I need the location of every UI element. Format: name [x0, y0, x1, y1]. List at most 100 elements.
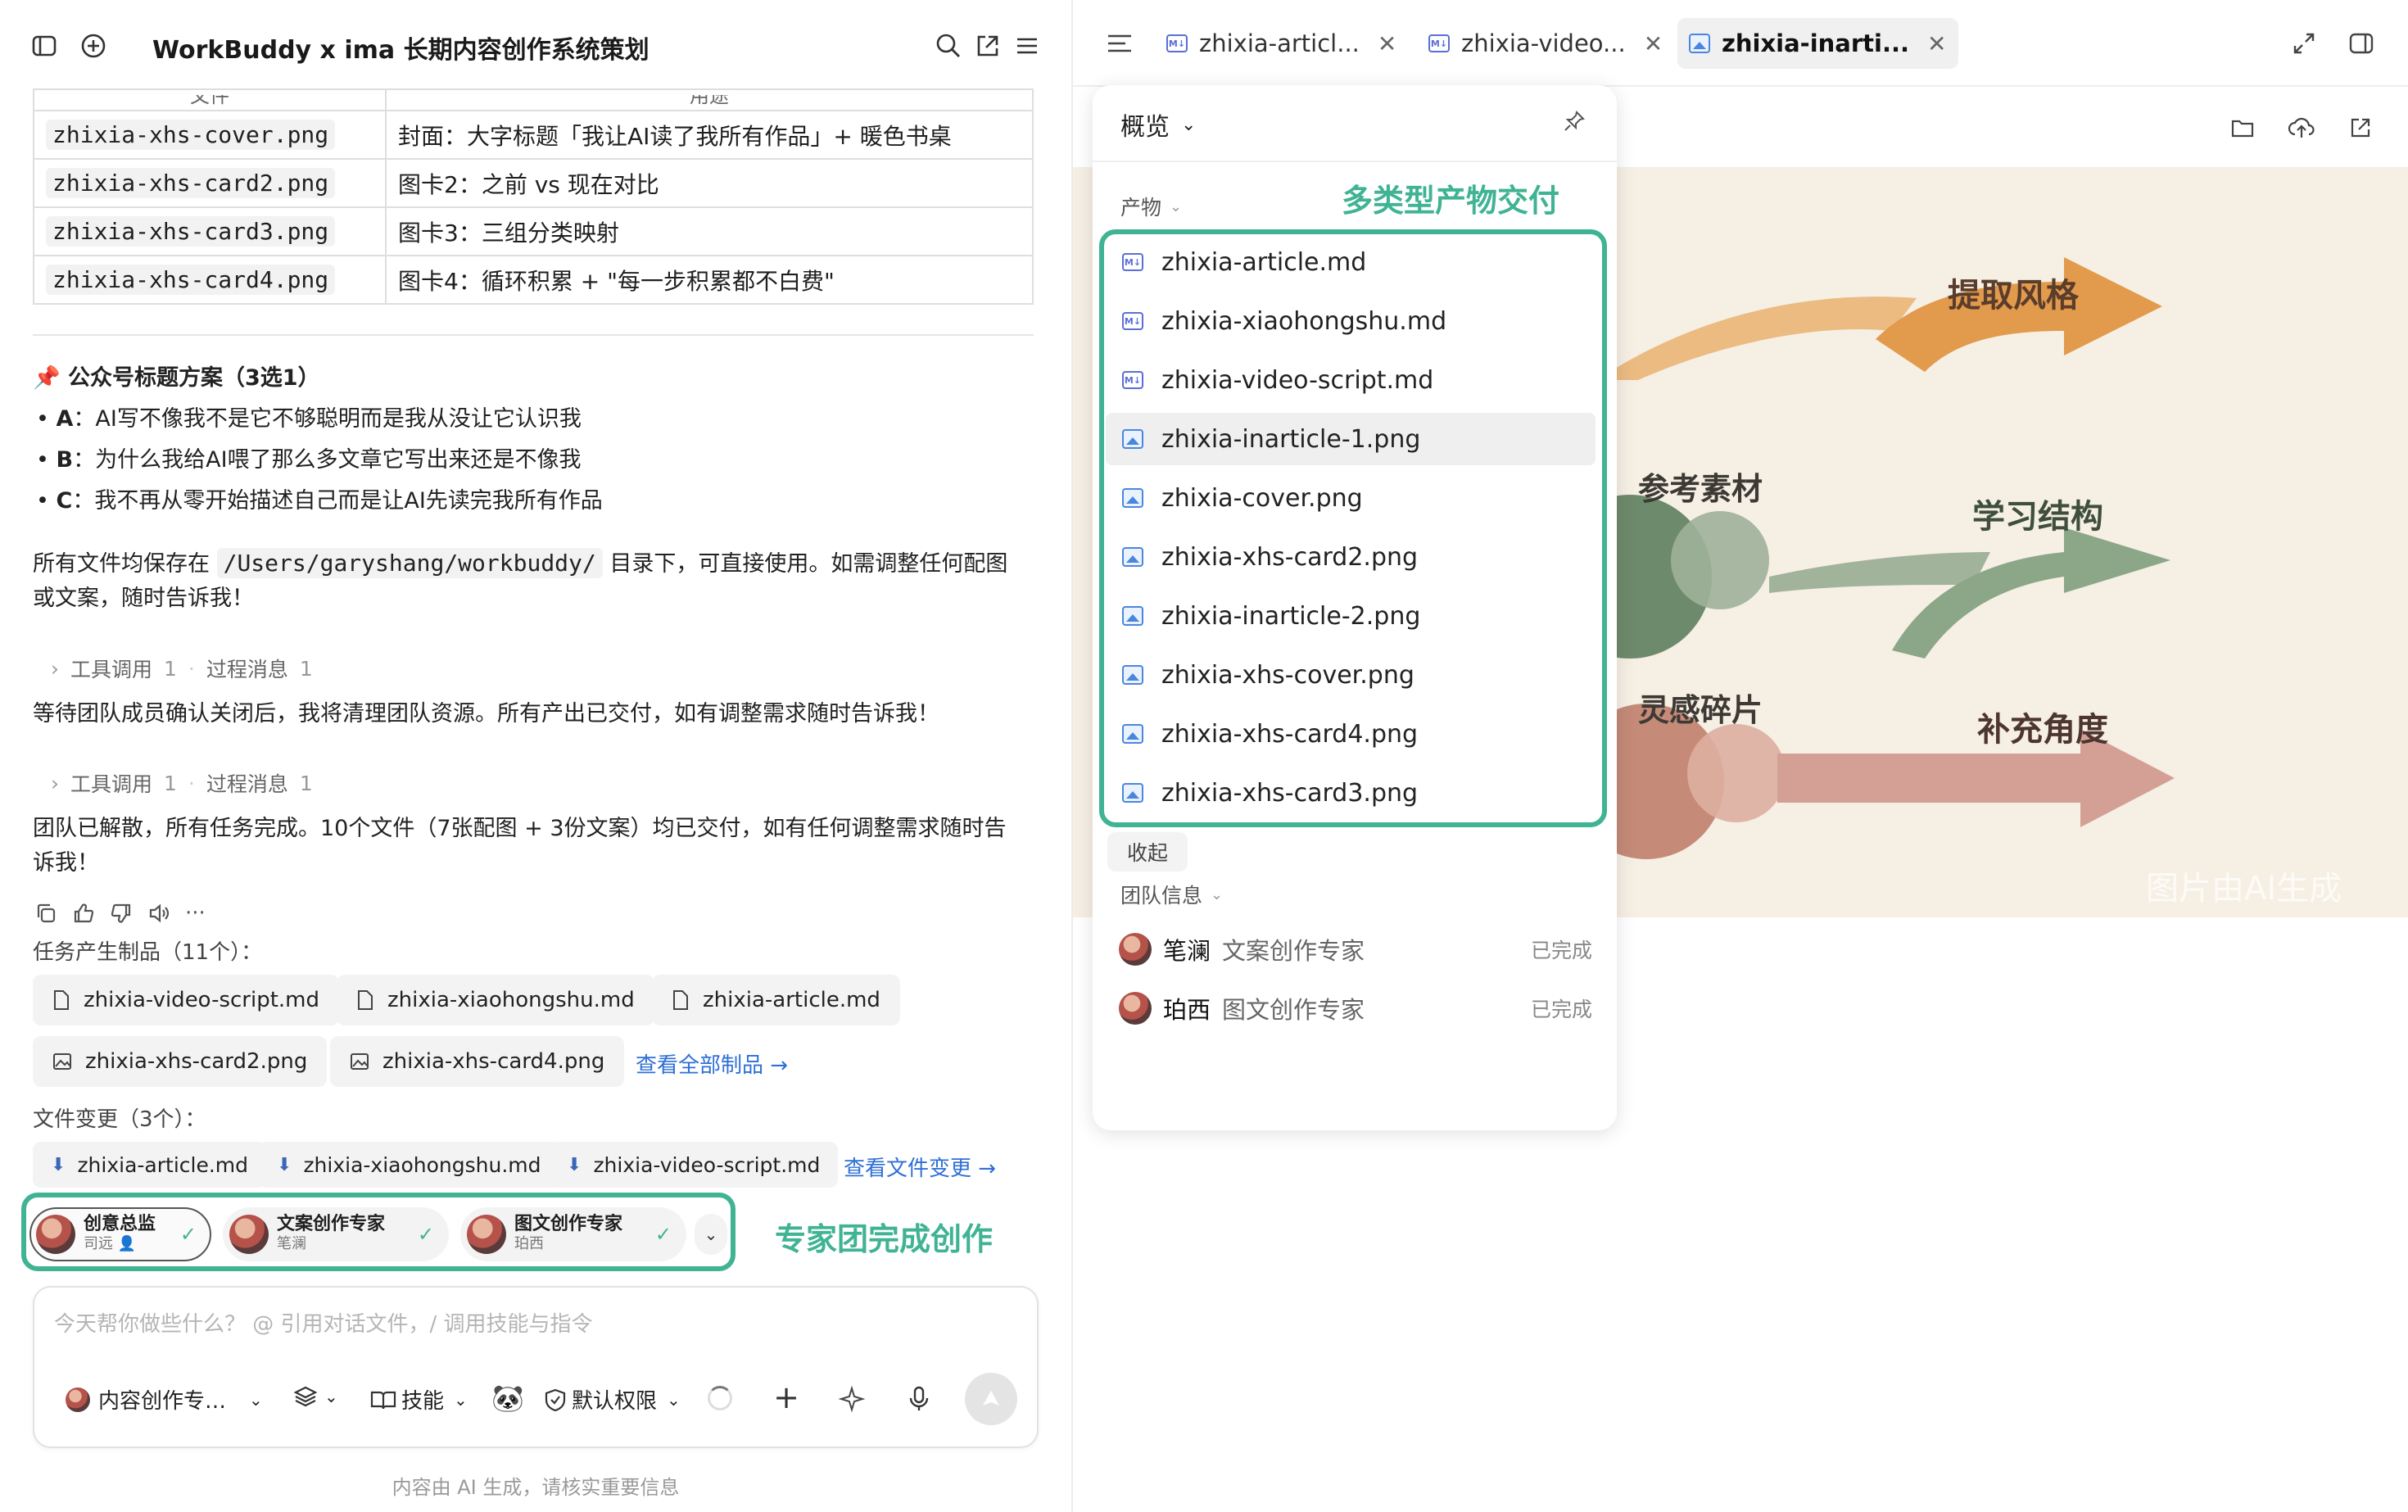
- file-change-chip[interactable]: ⬇ zhixia-xiaohongshu.md: [259, 1142, 559, 1188]
- share-icon[interactable]: [966, 25, 1009, 67]
- copy-icon[interactable]: [34, 902, 57, 925]
- team-label: 团队信息: [1120, 884, 1203, 908]
- skills-selector[interactable]: 技能 ⌄: [370, 1384, 468, 1415]
- agent-selector[interactable]: 内容创作专… ⌄: [66, 1384, 263, 1415]
- permission-selector[interactable]: 默认权限 ⌄: [544, 1384, 681, 1415]
- speaker-icon[interactable]: [147, 902, 170, 925]
- artifact-chip[interactable]: zhixia-xiaohongshu.md: [337, 975, 654, 1025]
- divider: [33, 334, 1034, 336]
- overview-dropdown[interactable]: 概览 ⌄: [1120, 106, 1196, 143]
- file-icon: [672, 989, 690, 1011]
- product-file-item[interactable]: zhixia-xhs-card4.png: [1106, 708, 1597, 760]
- layers-selector[interactable]: ⌄: [293, 1384, 338, 1409]
- avatar: [66, 1387, 90, 1412]
- agent-name: 内容创作专…: [98, 1389, 227, 1414]
- footer-note: 内容由 AI 生成，请核实重要信息: [392, 1476, 680, 1499]
- table-row: zhixia-xhs-card4.png 图卡4：循环积累 + "每一步积累都不…: [33, 255, 1034, 305]
- thumbs-up-icon[interactable]: [72, 902, 95, 925]
- panel-toggle-icon[interactable]: [2342, 25, 2380, 62]
- preview-label: 灵感碎片: [1638, 692, 1763, 728]
- search-icon[interactable]: [927, 25, 970, 67]
- expand-icon[interactable]: [2285, 25, 2323, 62]
- microphone-icon[interactable]: [903, 1383, 935, 1415]
- ai-watermark: 图片由AI生成: [2146, 870, 2342, 908]
- send-button[interactable]: [965, 1373, 1017, 1425]
- panda-icon[interactable]: 🐼: [491, 1383, 524, 1414]
- image-icon: [1122, 606, 1143, 626]
- list-icon[interactable]: [1101, 25, 1138, 62]
- tab-video[interactable]: M↓ zhixia-video... ✕: [1417, 18, 1674, 69]
- expert-name: 笔澜: [277, 1235, 306, 1252]
- process-msg-count: 1: [299, 656, 313, 681]
- artifact-chip[interactable]: zhixia-xhs-card2.png: [33, 1036, 328, 1087]
- tool-call-summary[interactable]: › 工具调用 1 · 过程消息 1: [51, 654, 313, 683]
- close-icon[interactable]: ✕: [1378, 30, 1396, 57]
- option-text: ：为什么我给AI喂了那么多文章它写出来还是不像我: [73, 447, 582, 473]
- file-change-name: zhixia-xiaohongshu.md: [303, 1152, 541, 1177]
- assistant-message: 团队已解散，所有任务完成。10个文件（7张配图 + 3份文案）均已交付，如有任何…: [33, 816, 1007, 841]
- tab-article[interactable]: M↓ zhixia-articl... ✕: [1155, 18, 1408, 69]
- file-name: zhixia-xhs-card4.png: [1161, 719, 1419, 749]
- pin-icon[interactable]: [1558, 105, 1591, 138]
- team-section-header[interactable]: 团队信息 ⌄: [1120, 880, 1223, 909]
- option-text: ：我不再从零开始描述自己而是让AI先读完我所有作品: [72, 488, 603, 514]
- more-icon[interactable]: ···: [185, 901, 206, 926]
- artifact-chip[interactable]: zhixia-xhs-card4.png: [330, 1036, 625, 1087]
- file-change-chip[interactable]: ⬇ zhixia-article.md: [33, 1142, 267, 1188]
- artifact-chip[interactable]: zhixia-article.md: [652, 975, 900, 1025]
- tool-call-summary[interactable]: › 工具调用 1 · 过程消息 1: [51, 768, 313, 798]
- user-icon: 👤: [117, 1235, 137, 1252]
- file-name: zhixia-article.md: [1161, 247, 1367, 277]
- open-external-icon[interactable]: [2342, 110, 2379, 146]
- product-file-item[interactable]: M↓ zhixia-article.md: [1106, 236, 1597, 288]
- collapse-button[interactable]: 收起: [1107, 832, 1188, 871]
- expert-chip-director[interactable]: 创意总监 司远 👤 ✓: [29, 1207, 211, 1261]
- sidebar-toggle-icon[interactable]: [23, 25, 66, 67]
- tab-inarticle[interactable]: zhixia-inarti... ✕: [1677, 18, 1958, 69]
- chevron-down-icon: ⌄: [1181, 114, 1197, 135]
- composer-input[interactable]: 今天帮你做些什么？ @ 引用对话文件，/ 调用技能与指令: [54, 1307, 593, 1338]
- image-icon: [350, 1053, 369, 1071]
- artifact-chip[interactable]: zhixia-video-script.md: [33, 975, 340, 1025]
- file-change-chip[interactable]: ⬇ zhixia-video-script.md: [549, 1142, 839, 1188]
- product-file-item[interactable]: zhixia-cover.png: [1106, 472, 1597, 524]
- expert-chip-designer[interactable]: 图文创作专家 珀西 ✓: [460, 1207, 686, 1261]
- chevron-down-icon[interactable]: ⌄: [695, 1214, 727, 1255]
- team-member-row[interactable]: 笔澜 文案创作专家 已完成: [1119, 932, 1592, 967]
- product-file-item[interactable]: zhixia-xhs-card3.png: [1106, 767, 1597, 819]
- avatar: [229, 1215, 269, 1254]
- expert-team-annotation: 专家团完成创作: [775, 1221, 994, 1257]
- products-section-header[interactable]: 产物 ⌄: [1120, 192, 1182, 221]
- menu-icon[interactable]: [1006, 25, 1048, 67]
- file-name: zhixia-cover.png: [1161, 483, 1363, 513]
- close-icon[interactable]: ✕: [1644, 30, 1663, 57]
- file-name-cell: zhixia-xhs-card3.png: [46, 216, 336, 247]
- chevron-right-icon: ›: [51, 771, 59, 795]
- artifact-name: zhixia-video-script.md: [84, 988, 320, 1012]
- markdown-icon: M↓: [1166, 34, 1188, 52]
- view-file-changes-link[interactable]: 查看文件变更 →: [844, 1152, 996, 1182]
- product-file-item[interactable]: M↓ zhixia-xiaohongshu.md: [1106, 295, 1597, 347]
- process-msg-count: 1: [299, 771, 313, 795]
- thumbs-down-icon[interactable]: [110, 902, 133, 925]
- team-member-row[interactable]: 珀西 图文创作专家 已完成: [1119, 991, 1592, 1025]
- file-name: zhixia-xhs-card3.png: [1161, 778, 1419, 808]
- close-icon[interactable]: ✕: [1927, 30, 1946, 57]
- folder-icon[interactable]: [2225, 110, 2261, 146]
- product-file-item[interactable]: zhixia-xhs-card2.png: [1106, 531, 1597, 583]
- product-file-item[interactable]: M↓ zhixia-video-script.md: [1106, 354, 1597, 406]
- product-file-item-selected[interactable]: zhixia-inarticle-1.png: [1106, 413, 1596, 465]
- product-file-item[interactable]: zhixia-xhs-cover.png: [1106, 649, 1597, 701]
- view-all-artifacts-link[interactable]: 查看全部制品 →: [636, 1048, 788, 1079]
- product-file-item[interactable]: zhixia-inarticle-2.png: [1106, 590, 1597, 642]
- upload-cloud-icon[interactable]: [2284, 110, 2320, 146]
- window-title: WorkBuddy x ima 长期内容创作系统策划: [152, 36, 650, 65]
- new-chat-icon[interactable]: [72, 25, 115, 67]
- add-icon[interactable]: +: [770, 1379, 803, 1415]
- sparkle-icon[interactable]: [835, 1383, 868, 1415]
- expert-chip-copywriter[interactable]: 文案创作专家 笔澜 ✓: [223, 1207, 449, 1261]
- file-desc-cell: 图卡3：三组分类映射: [385, 206, 1034, 256]
- save-note: 所有文件均保存在 /Users/garyshang/workbuddy/ 目录下…: [33, 545, 1048, 582]
- check-icon: ✓: [417, 1223, 434, 1246]
- files-table: 文件 用途 zhixia-xhs-cover.png 封面：大字标题「我让AI读…: [33, 88, 1034, 305]
